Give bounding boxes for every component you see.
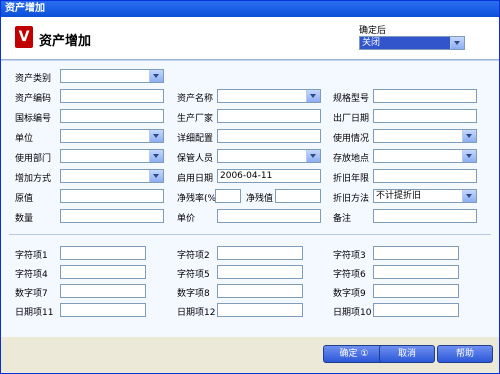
char-4-input[interactable] xyxy=(60,265,146,279)
chevron-down-icon[interactable] xyxy=(306,90,320,102)
label-unit: 单位 xyxy=(15,134,34,144)
chevron-down-icon[interactable] xyxy=(149,130,163,142)
chevron-down-icon[interactable] xyxy=(462,130,476,142)
num-9-input[interactable] xyxy=(373,284,459,298)
after-confirm-value: 关闭 xyxy=(362,38,381,48)
label-depreciation-method: 折旧方法 xyxy=(333,194,370,204)
chevron-down-icon[interactable] xyxy=(306,150,320,162)
label-custodian: 保管人员 xyxy=(177,154,214,164)
spec-model-input[interactable] xyxy=(373,89,477,103)
label-storage-location: 存放地点 xyxy=(333,154,370,164)
section-divider xyxy=(9,234,491,235)
after-confirm-select[interactable]: 关闭 xyxy=(359,36,465,50)
residual-value-input[interactable] xyxy=(275,189,321,203)
char-1-input[interactable] xyxy=(60,246,146,260)
label-original-value: 原值 xyxy=(15,194,34,204)
cancel-button[interactable]: 取消 xyxy=(379,345,435,363)
label-date-12: 日期项12 xyxy=(177,308,216,318)
label-char-1: 字符项1 xyxy=(15,251,48,261)
label-char-6: 字符项6 xyxy=(333,270,366,280)
date-12-input[interactable] xyxy=(217,303,303,317)
char-6-input[interactable] xyxy=(373,265,459,279)
manufacturer-input[interactable] xyxy=(217,109,321,123)
label-asset-name: 资产名称 xyxy=(177,94,214,104)
after-confirm-label: 确定后 xyxy=(359,26,387,36)
label-unit-price: 单价 xyxy=(177,214,196,224)
chevron-down-icon[interactable] xyxy=(149,70,163,82)
num-8-input[interactable] xyxy=(217,284,303,298)
usage-status-select[interactable] xyxy=(373,129,477,143)
window-title: 资产增加 xyxy=(1,1,499,17)
quantity-input[interactable] xyxy=(60,209,164,223)
label-department: 使用部门 xyxy=(15,154,52,164)
label-start-date: 启用日期 xyxy=(177,174,214,184)
label-residual-value: 净残值 xyxy=(246,194,274,204)
chevron-down-icon[interactable] xyxy=(462,150,476,162)
unit-price-input[interactable] xyxy=(217,209,321,223)
label-char-2: 字符项2 xyxy=(177,251,210,261)
original-value-input[interactable] xyxy=(60,189,164,203)
residual-rate-input[interactable] xyxy=(215,189,241,203)
char-2-input[interactable] xyxy=(217,246,303,260)
label-num-8: 数字项8 xyxy=(177,289,210,299)
form-panel: 资产类别 资产编码 资产名称 规格型号 国标编号 生产厂家 出厂日期 单位 详细… xyxy=(1,60,499,338)
storage-location-select[interactable] xyxy=(373,149,477,163)
chevron-down-icon[interactable] xyxy=(149,150,163,162)
depreciation-method-select[interactable]: 不计提折旧 xyxy=(373,189,477,203)
page-title: 资产增加 xyxy=(39,34,92,49)
date-10-input[interactable] xyxy=(373,303,459,317)
label-usage-status: 使用情况 xyxy=(333,134,370,144)
chevron-down-icon[interactable] xyxy=(450,37,464,49)
chevron-down-icon[interactable] xyxy=(462,190,476,202)
start-date-input[interactable]: 2006-04-11 xyxy=(217,169,321,183)
label-char-4: 字符项4 xyxy=(15,270,48,280)
add-method-select[interactable] xyxy=(60,169,164,183)
remarks-input[interactable] xyxy=(373,209,477,223)
dialog-window: 资产增加 V 资产增加 确定后 关闭 资产类别 资产编码 资产名称 规格型号 国… xyxy=(0,0,500,374)
unit-select[interactable] xyxy=(60,129,164,143)
factory-date-input[interactable] xyxy=(373,109,477,123)
header-banner: V 资产增加 确定后 关闭 xyxy=(1,17,499,60)
char-5-input[interactable] xyxy=(217,265,303,279)
chevron-down-icon[interactable] xyxy=(149,170,163,182)
help-button[interactable]: 帮助 xyxy=(437,345,493,363)
asset-code-input[interactable] xyxy=(60,89,164,103)
label-depreciation-years: 折旧年限 xyxy=(333,174,370,184)
date-11-input[interactable] xyxy=(60,303,146,317)
label-quantity: 数量 xyxy=(15,214,34,224)
label-num-9: 数字项9 xyxy=(333,289,366,299)
label-add-method: 增加方式 xyxy=(15,174,52,184)
label-factory-date: 出厂日期 xyxy=(333,114,370,124)
app-logo-icon: V xyxy=(15,26,33,48)
label-manufacturer: 生产厂家 xyxy=(177,114,214,124)
label-date-11: 日期项11 xyxy=(15,308,54,318)
detail-config-input[interactable] xyxy=(217,129,321,143)
asset-name-select[interactable] xyxy=(217,89,321,103)
char-3-input[interactable] xyxy=(373,246,459,260)
label-char-3: 字符项3 xyxy=(333,251,366,261)
label-remarks: 备注 xyxy=(333,214,352,224)
label-asset-code: 资产编码 xyxy=(15,94,52,104)
label-asset-category: 资产类别 xyxy=(15,74,52,84)
depreciation-method-value: 不计提折旧 xyxy=(376,191,422,201)
label-num-7: 数字项7 xyxy=(15,289,48,299)
label-national-code: 国标编号 xyxy=(15,114,52,124)
label-char-5: 字符项5 xyxy=(177,270,210,280)
label-detail-config: 详细配置 xyxy=(177,134,214,144)
label-residual-rate: 净残率(%) xyxy=(177,194,220,204)
asset-category-select[interactable] xyxy=(60,69,164,83)
label-spec-model: 规格型号 xyxy=(333,94,370,104)
button-bar: 确定 ① 取消 帮助 xyxy=(1,337,499,373)
department-select[interactable] xyxy=(60,149,164,163)
label-date-10: 日期项10 xyxy=(333,308,372,318)
depreciation-years-input[interactable] xyxy=(373,169,477,183)
national-code-input[interactable] xyxy=(60,109,164,123)
ok-button[interactable]: 确定 ① xyxy=(323,345,385,363)
num-7-input[interactable] xyxy=(60,284,146,298)
custodian-select[interactable] xyxy=(217,149,321,163)
